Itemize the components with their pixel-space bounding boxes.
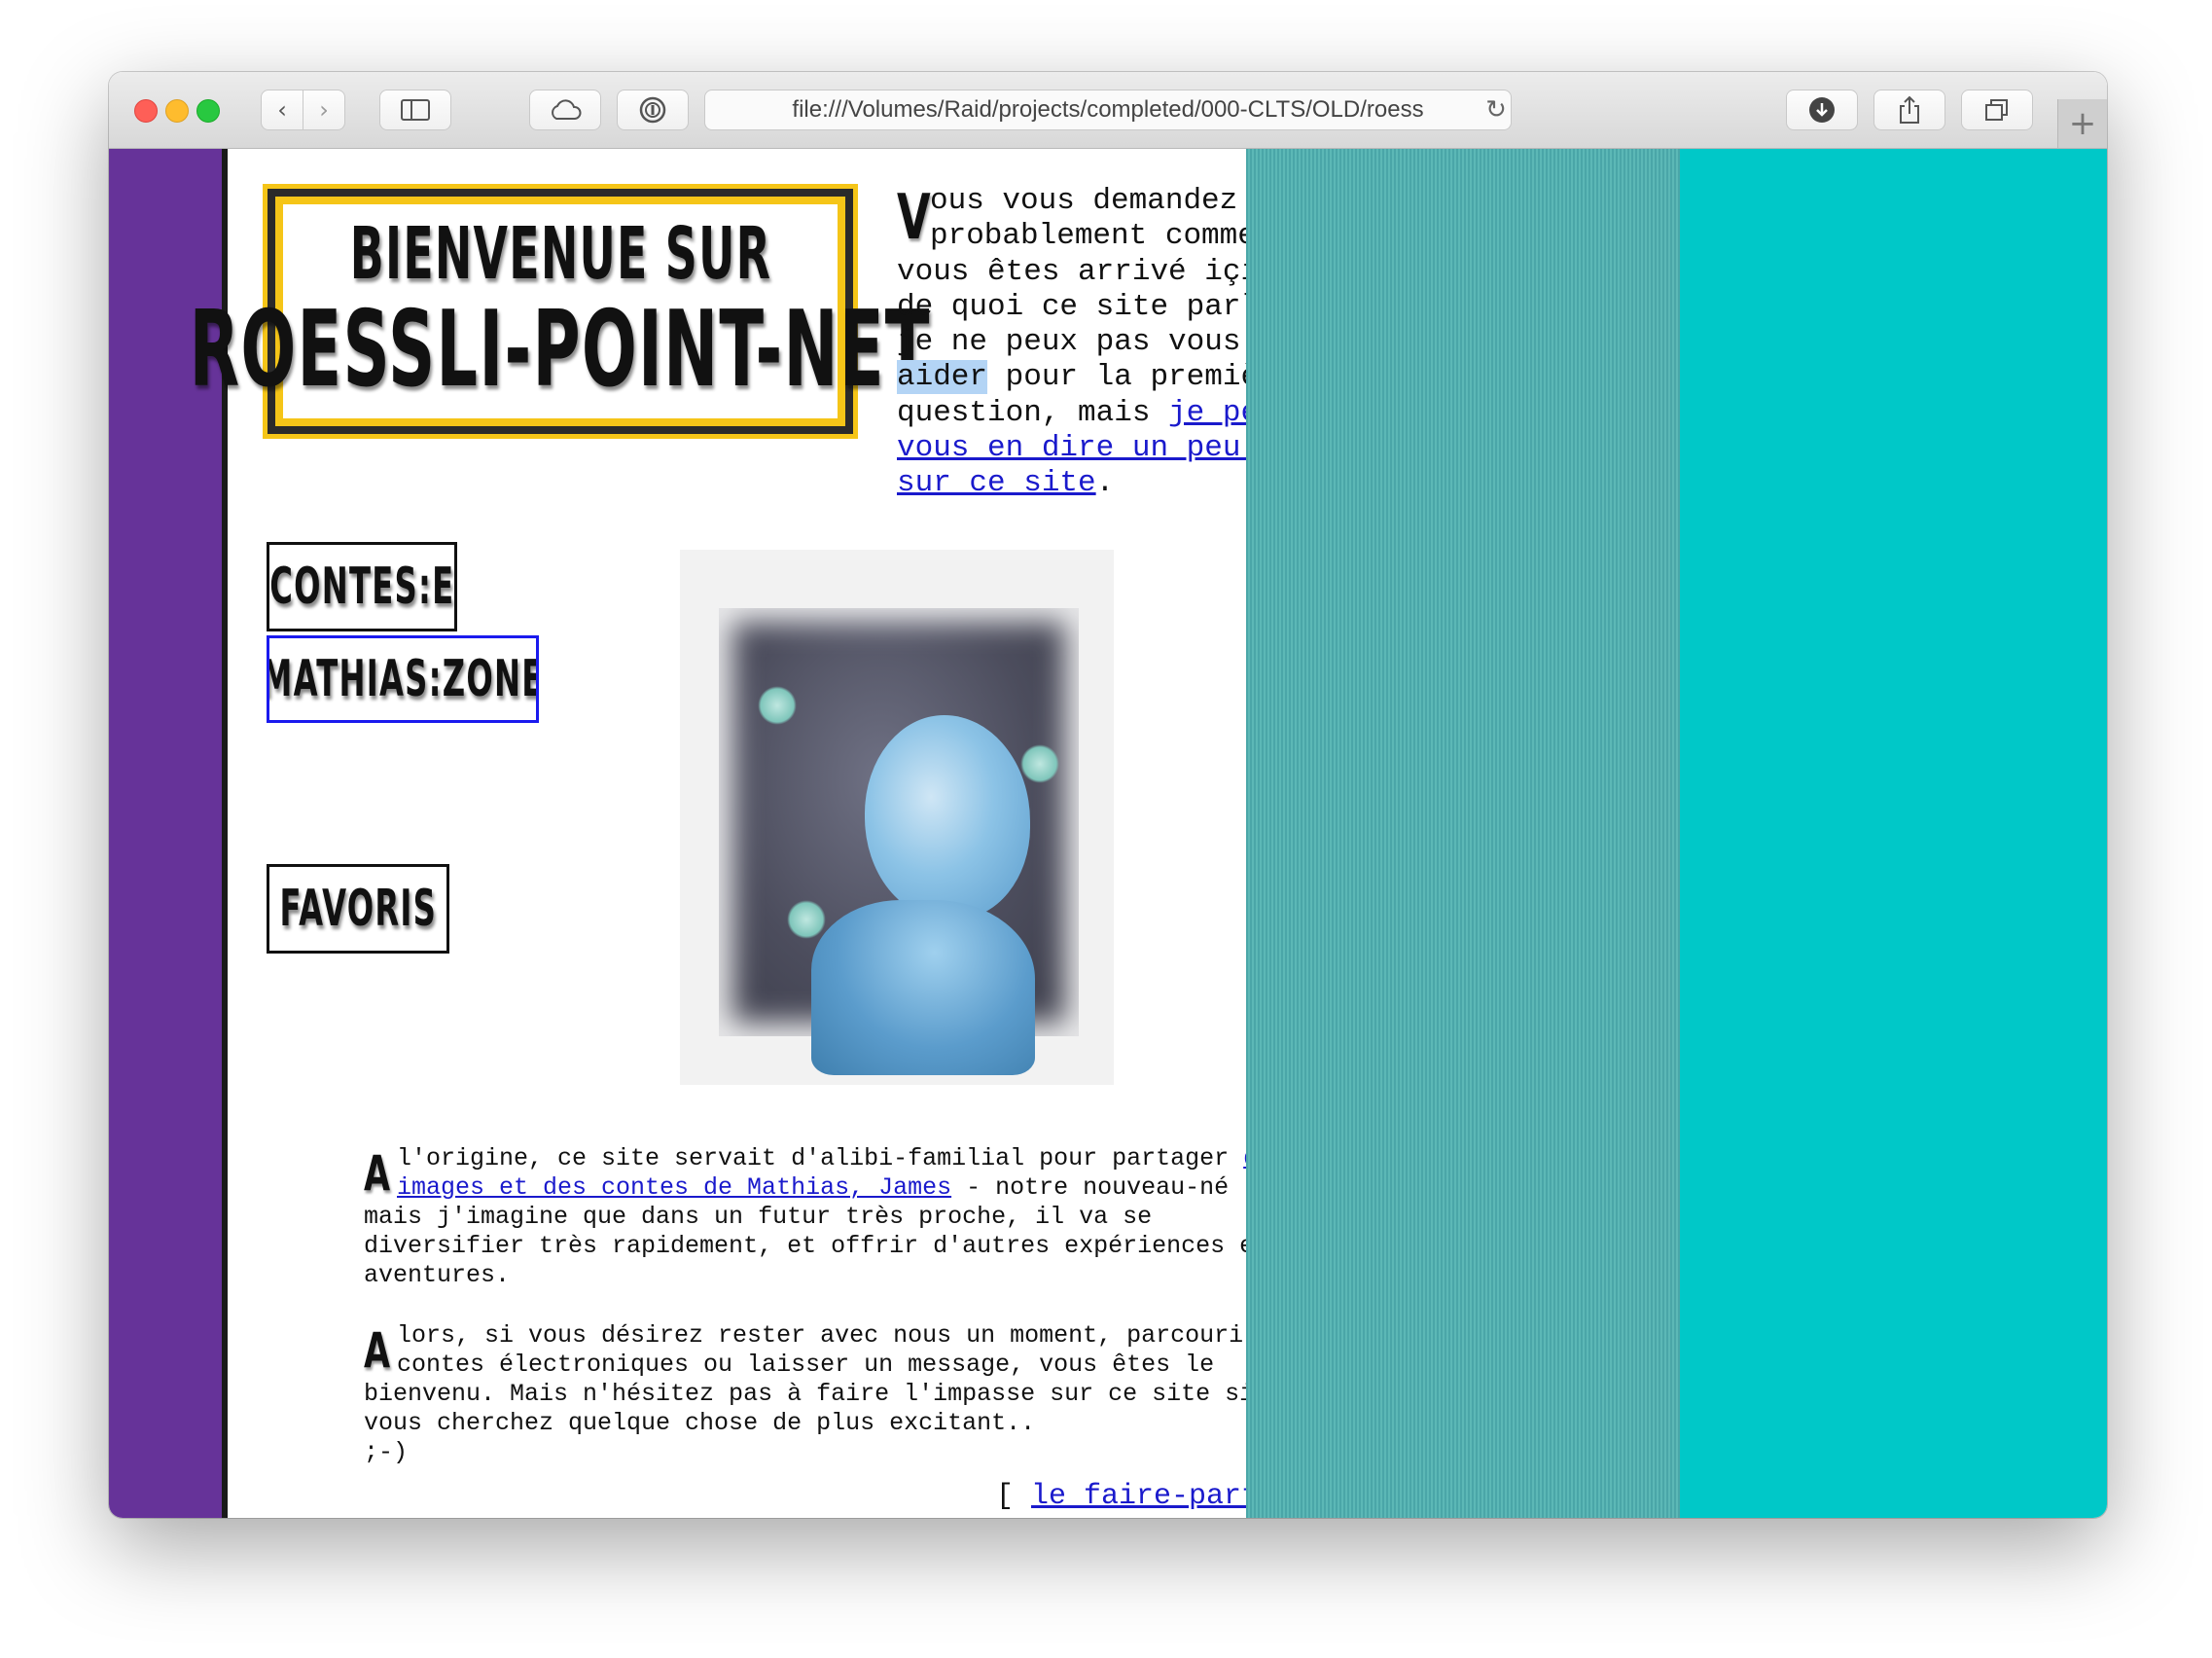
icloud-tabs-button[interactable] bbox=[529, 90, 601, 130]
origin-paragraph: Al'origine, ce site servait d'alibi-fami… bbox=[364, 1144, 1327, 1290]
striped-panel bbox=[1246, 149, 1680, 1518]
download-icon bbox=[1809, 97, 1835, 123]
chevron-left-icon: ‹ bbox=[277, 96, 287, 124]
browser-toolbar: ‹ › file:///Volumes/Raid/projects/comple… bbox=[109, 72, 2107, 149]
nav-mathias-label: MATHIAS:ZONE bbox=[267, 650, 539, 708]
para1-dropcap: A bbox=[364, 1145, 391, 1202]
cyan-panel bbox=[1680, 149, 2107, 1518]
banner-line-2: ROESSLI-POINT-NET bbox=[189, 289, 932, 411]
password-manager-button[interactable] bbox=[617, 90, 689, 130]
toy-decoration bbox=[1020, 744, 1059, 783]
share-icon bbox=[1900, 95, 1919, 124]
baby-photo bbox=[680, 550, 1114, 1085]
baby-body-shape bbox=[811, 900, 1035, 1075]
intro-dropcap: V bbox=[897, 182, 931, 254]
address-bar[interactable]: file:///Volumes/Raid/projects/completed/… bbox=[704, 90, 1512, 130]
welcome-paragraph: Alors, si vous désirez rester avec nous … bbox=[364, 1321, 1327, 1467]
nav-favoris-label: FAVORIS bbox=[279, 880, 437, 938]
url-text: file:///Volumes/Raid/projects/completed/… bbox=[792, 96, 1424, 123]
para2-text: lors, si vous désirez rester avec nous u… bbox=[364, 1321, 1317, 1437]
forward-button[interactable]: › bbox=[303, 90, 345, 130]
plus-icon: + bbox=[2068, 104, 2097, 143]
downloads-button[interactable] bbox=[1786, 90, 1858, 130]
tab-overview-button[interactable] bbox=[1961, 90, 2033, 130]
back-button[interactable]: ‹ bbox=[261, 90, 303, 130]
zoom-window-button[interactable] bbox=[196, 99, 220, 123]
intro-highlight: aider bbox=[897, 360, 988, 395]
browser-window: ‹ › file:///Volumes/Raid/projects/comple… bbox=[109, 72, 2107, 1518]
main-frame: BIENVENUE SUR ROESSLI-POINT-NET CONTES:E… bbox=[190, 149, 1365, 1518]
sidebar-toggle-button[interactable] bbox=[379, 90, 451, 130]
minimize-window-button[interactable] bbox=[165, 99, 189, 123]
nav-contes-button[interactable]: CONTES:E bbox=[267, 542, 457, 631]
bracket-open: [ bbox=[996, 1480, 1032, 1513]
reload-icon[interactable]: ↻ bbox=[1477, 90, 1516, 130]
para1-text-1: l'origine, ce site servait d'alibi-famil… bbox=[397, 1144, 1244, 1172]
nav-mathias-zone-button[interactable]: MATHIAS:ZONE bbox=[267, 635, 539, 723]
smiley: ;-) bbox=[364, 1438, 409, 1466]
cloud-icon bbox=[552, 99, 582, 120]
para2-dropcap: A bbox=[364, 1322, 391, 1379]
toy-decoration bbox=[758, 686, 797, 725]
password-icon bbox=[639, 96, 666, 124]
new-tab-button[interactable]: + bbox=[2057, 99, 2107, 148]
welcome-banner: BIENVENUE SUR ROESSLI-POINT-NET bbox=[190, 184, 930, 439]
chevron-right-icon: › bbox=[319, 96, 329, 124]
intro-end: . bbox=[1095, 466, 1115, 501]
nav-contes-label: CONTES:E bbox=[268, 558, 455, 616]
baby-head-shape bbox=[865, 715, 1030, 919]
web-page: BIENVENUE SUR ROESSLI-POINT-NET CONTES:E… bbox=[109, 149, 2107, 1518]
sidebar-icon bbox=[401, 99, 430, 121]
close-window-button[interactable] bbox=[134, 99, 158, 123]
share-button[interactable] bbox=[1873, 90, 1945, 130]
banner-line-1: BIENVENUE SUR bbox=[349, 212, 771, 296]
photo-frame bbox=[719, 608, 1079, 1075]
toy-decoration bbox=[787, 900, 826, 939]
faire-part-link[interactable]: le faire-part bbox=[1031, 1480, 1259, 1513]
tabs-icon bbox=[1985, 99, 2008, 121]
nav-favoris-button[interactable]: FAVORIS bbox=[267, 864, 449, 954]
